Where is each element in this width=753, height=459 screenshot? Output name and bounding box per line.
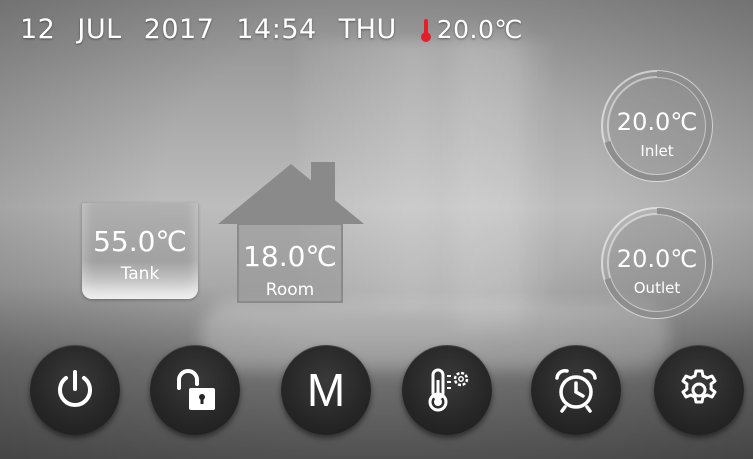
status-bar: 12 JUL 2017 14:54 THU 20.0℃ — [20, 14, 523, 45]
outlet-temperature-value: 20.0℃ — [616, 245, 698, 273]
temperature-settings-button[interactable] — [402, 345, 492, 435]
mode-label: M — [306, 364, 346, 416]
settings-button[interactable] — [654, 345, 744, 435]
heat-pump-controller-screen: 12 JUL 2017 14:54 THU 20.0℃ 55.0℃ Tank 1… — [0, 0, 753, 459]
inlet-temperature-value: 20.0℃ — [616, 108, 698, 136]
thermometer-gear-icon — [428, 368, 469, 412]
gear-icon — [681, 369, 717, 404]
ambient-temperature: 20.0℃ — [436, 15, 523, 44]
tank-label: Tank — [120, 264, 160, 284]
tank-temperature-value: 55.0℃ — [93, 225, 187, 258]
outlet-temperature-gauge[interactable]: 20.0℃ Outlet — [599, 205, 715, 321]
inlet-label: Inlet — [640, 142, 674, 160]
power-icon — [58, 370, 92, 407]
alarm-clock-icon — [555, 369, 597, 413]
tank-temperature-tile[interactable]: 55.0℃ Tank — [82, 203, 198, 299]
outlet-label: Outlet — [633, 279, 681, 297]
clock-time: 14:54 — [236, 14, 317, 45]
lock-button[interactable] — [150, 345, 240, 435]
timer-button[interactable] — [531, 345, 621, 435]
mode-button[interactable]: M — [281, 345, 371, 435]
date-month: JUL — [77, 14, 122, 45]
date-day: 12 — [20, 14, 56, 45]
inlet-temperature-gauge[interactable]: 20.0℃ Inlet — [599, 68, 715, 184]
weekday: THU — [338, 14, 397, 45]
power-button[interactable] — [30, 345, 120, 435]
thermometer-icon — [419, 17, 433, 43]
room-temperature-value: 18.0℃ — [243, 240, 337, 273]
unlock-icon — [177, 369, 215, 410]
date-year: 2017 — [143, 14, 215, 45]
room-label: Room — [265, 280, 315, 300]
room-temperature-tile[interactable]: 18.0℃ Room — [216, 160, 366, 304]
